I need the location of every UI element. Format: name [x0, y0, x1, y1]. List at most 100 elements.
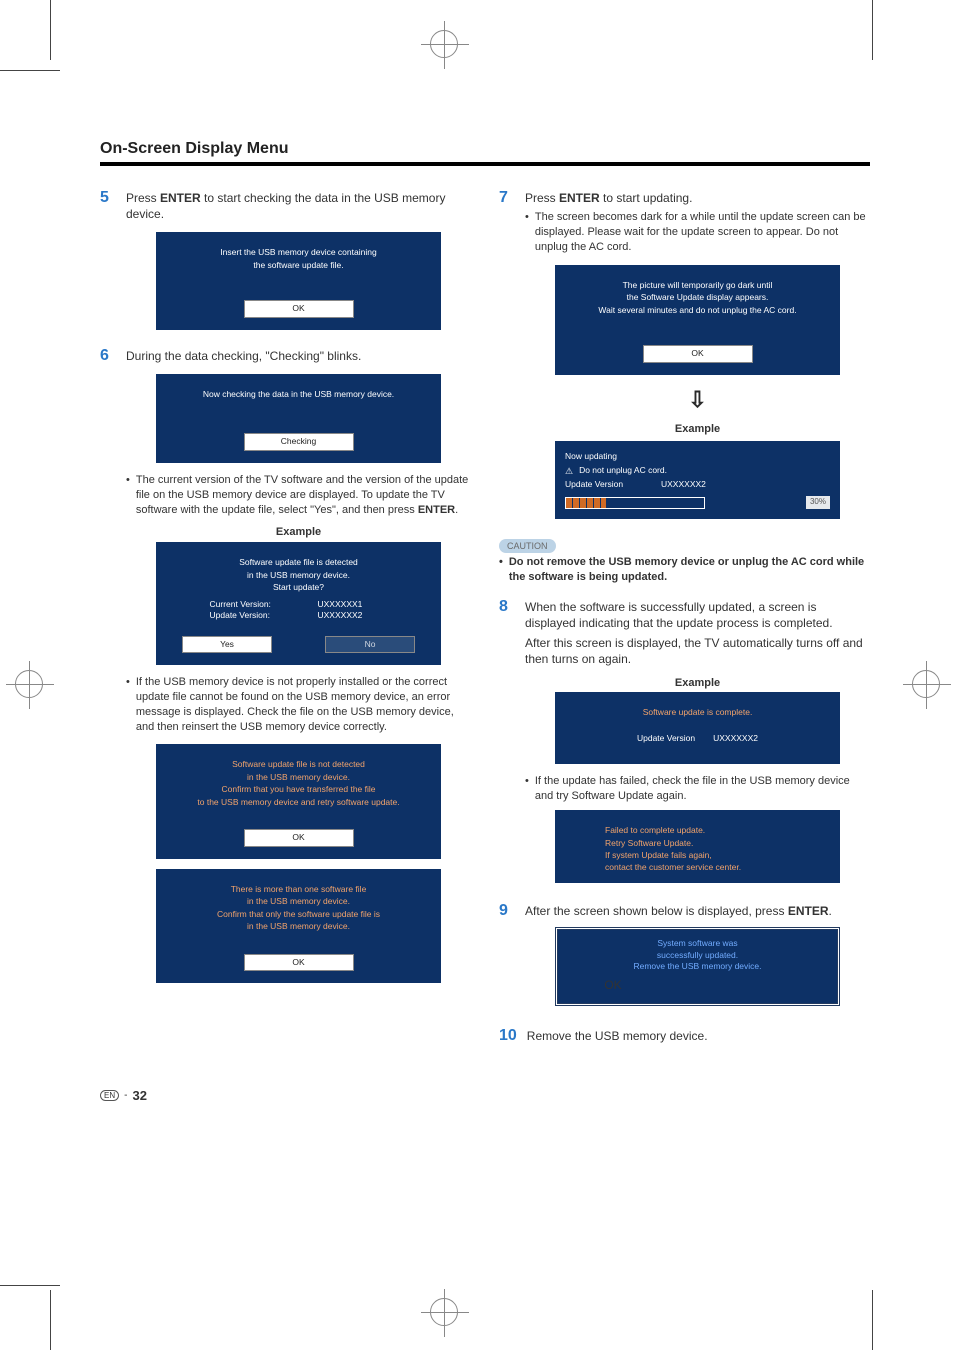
screen-line: in the USB memory device.: [166, 896, 431, 907]
screen-line: in the USB memory device.: [166, 570, 431, 581]
kv-value: UXXXXXX2: [318, 610, 388, 621]
bullet-item: • The current version of the TV software…: [126, 473, 471, 518]
failed-update-screen: Failed to complete update. Retry Softwar…: [555, 810, 840, 883]
example-label: Example: [126, 525, 471, 540]
ok-button[interactable]: OK: [244, 300, 354, 317]
start-update-screen: Software update file is detected in the …: [156, 542, 441, 665]
screen-line: Insert the USB memory device containing: [166, 247, 431, 258]
example-label: Example: [525, 676, 870, 691]
enter-keyword: ENTER: [160, 191, 201, 205]
step-text: After the screen shown below is displaye…: [525, 903, 870, 919]
left-column: 5 Press ENTER to start checking the data…: [100, 182, 471, 1048]
bullet-text: If the update has failed, check the file…: [535, 774, 870, 804]
text-frag: .: [455, 504, 458, 516]
enter-keyword: ENTER: [559, 191, 600, 205]
success-frame: System software was successfully updated…: [555, 927, 840, 1006]
example-label: Example: [525, 422, 870, 437]
step-number: 7: [499, 190, 515, 529]
ok-button[interactable]: OK: [244, 829, 354, 846]
text-frag: After the screen shown below is displaye…: [525, 904, 788, 918]
warning-icon: ⚠: [565, 465, 573, 477]
screen-line: in the USB memory device.: [166, 772, 431, 783]
screen-line: If system Update fails again,: [565, 850, 830, 861]
text-frag: Press: [525, 191, 559, 205]
bullet-dot: •: [126, 473, 130, 518]
bullet-item: • The screen becomes dark for a while un…: [525, 210, 870, 255]
version-row: Current Version: UXXXXXX1: [166, 599, 431, 610]
screen-line: Software update file is detected: [166, 557, 431, 568]
bullet-item: • If the update has failed, check the fi…: [525, 774, 870, 804]
dash: -: [124, 1090, 127, 1101]
screen-line: in the USB memory device.: [166, 921, 431, 932]
multiple-files-screen: There is more than one software file in …: [156, 869, 441, 983]
bullet-dot: •: [499, 555, 503, 585]
checking-screen: Now checking the data in the USB memory …: [156, 374, 441, 463]
screen-line: contact the customer service center.: [565, 862, 830, 873]
bullet-text: The current version of the TV software a…: [136, 473, 471, 518]
screen-line: Now updating: [565, 451, 617, 462]
screen-line: Remove the USB memory device.: [568, 961, 827, 972]
screen-line: Retry Software Update.: [565, 838, 830, 849]
step-text: Remove the USB memory device.: [527, 1028, 870, 1044]
step-number: 8: [499, 599, 515, 889]
bullet-text: The screen becomes dark for a while unti…: [535, 210, 870, 255]
version-row: Update Version: UXXXXXX2: [166, 610, 431, 621]
caution-pill: CAUTION: [499, 539, 556, 553]
step-text: When the software is successfully update…: [525, 599, 870, 631]
bullet-dot: •: [126, 675, 130, 734]
step-6: 6 During the data checking, "Checking" b…: [100, 348, 471, 993]
page-number: 32: [132, 1088, 146, 1103]
step-7: 7 Press ENTER to start updating. • The s…: [499, 190, 870, 529]
title-rule: [100, 162, 870, 166]
step-5: 5 Press ENTER to start checking the data…: [100, 190, 471, 340]
ok-button[interactable]: OK: [643, 345, 753, 362]
screen-line: Confirm that you have transferred the fi…: [166, 784, 431, 795]
screen-line: Wait several minutes and do not unplug t…: [565, 305, 830, 316]
yes-button[interactable]: Yes: [182, 636, 272, 653]
arrow-down-icon: ⇩: [525, 385, 870, 415]
caution-text: Do not remove the USB memory device or u…: [509, 555, 870, 585]
progress-percent: 30%: [806, 496, 830, 509]
kv-value: UXXXXXX2: [713, 733, 758, 744]
checking-status: Checking: [244, 433, 354, 450]
enter-keyword: ENTER: [418, 504, 455, 516]
bullet-item: • If the USB memory device is not proper…: [126, 675, 471, 734]
screen-line: System software was: [568, 938, 827, 949]
go-dark-screen: The picture will temporarily go dark unt…: [555, 265, 840, 375]
step-text: During the data checking, "Checking" bli…: [126, 348, 471, 364]
screen-line: Start update?: [166, 582, 431, 593]
screen-line: Software update is complete.: [565, 707, 830, 718]
screen-line: the Software Update display appears.: [565, 292, 830, 303]
right-column: 7 Press ENTER to start updating. • The s…: [499, 182, 870, 1048]
ok-button[interactable]: OK: [244, 954, 354, 971]
no-button[interactable]: No: [325, 636, 415, 653]
kv-label: Update Version:: [210, 610, 300, 621]
step-8: 8 When the software is successfully upda…: [499, 599, 870, 889]
bullet-text: If the USB memory device is not properly…: [136, 675, 471, 734]
lang-badge: EN: [100, 1090, 119, 1101]
ok-button[interactable]: OK: [568, 977, 658, 993]
text-frag: to start updating.: [600, 191, 693, 205]
page-footer: EN - 32: [100, 1088, 870, 1103]
enter-keyword: ENTER: [788, 904, 829, 918]
screen-line: Confirm that only the software update fi…: [166, 909, 431, 920]
screen-line: Software update file is not detected: [166, 759, 431, 770]
step-text: After this screen is displayed, the TV a…: [525, 635, 870, 667]
kv-label: Update Version: [565, 479, 655, 490]
screen-line: The picture will temporarily go dark unt…: [565, 280, 830, 291]
bullet-dot: •: [525, 210, 529, 255]
caution-block: CAUTION • Do not remove the USB memory d…: [499, 529, 870, 585]
step-10: 10 Remove the USB memory device.: [499, 1028, 870, 1048]
screen-line: Failed to complete update.: [565, 825, 830, 836]
text-frag: .: [828, 904, 831, 918]
text-frag: Press: [126, 191, 160, 205]
bullet-dot: •: [525, 774, 529, 804]
screen-line: Now checking the data in the USB memory …: [166, 389, 431, 400]
not-detected-screen: Software update file is not detected in …: [156, 744, 441, 858]
kv-value: UXXXXXX1: [318, 599, 388, 610]
screen-line: to the USB memory device and retry softw…: [166, 797, 431, 808]
step-number: 6: [100, 348, 116, 993]
kv-value: UXXXXXX2: [661, 479, 706, 490]
update-complete-screen: Software update is complete. Update Vers…: [555, 692, 840, 764]
now-updating-screen: Now updating ⚠Do not unplug AC cord. Upd…: [555, 441, 840, 519]
